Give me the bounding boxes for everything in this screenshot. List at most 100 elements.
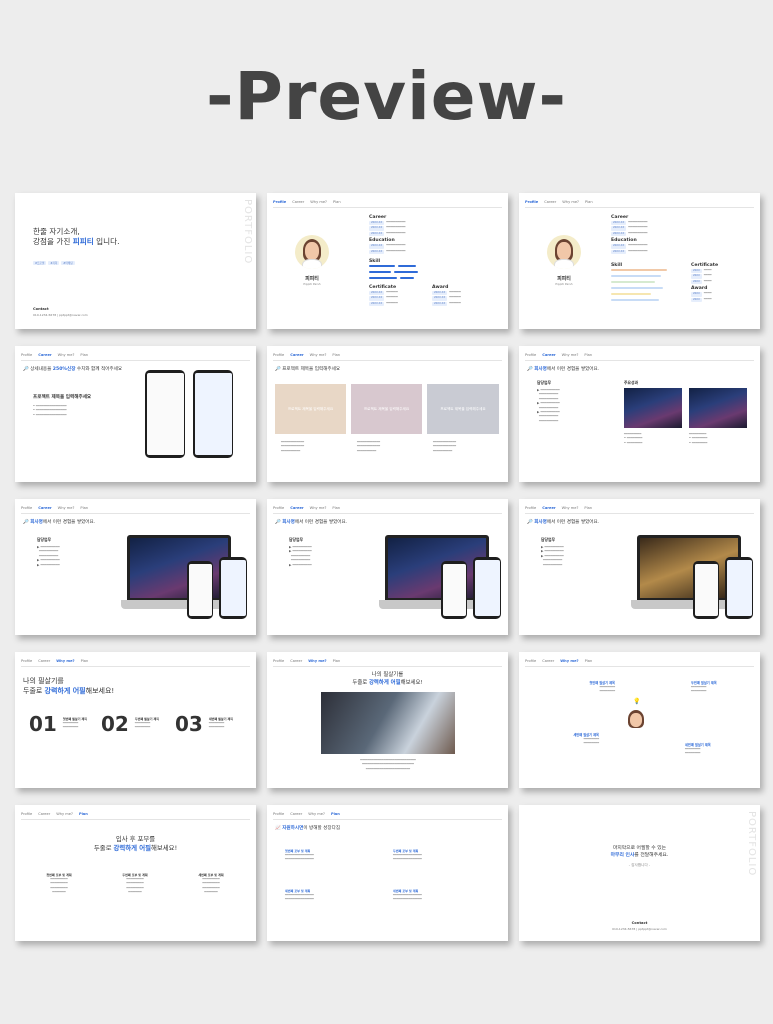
- avatar: [547, 235, 581, 269]
- photo-city-1: [624, 388, 682, 428]
- slide-nav: Profile Career Why me? Plan: [273, 200, 502, 208]
- slide-nav: Profile Career Why me? Plan: [525, 506, 754, 514]
- phone-mockup: [145, 370, 185, 458]
- plan-col-3: 세번째 포부 및 계획 ━━━━━━━━━ ━━━━━━━━━ ━━━━━━━━━ ━━…: [198, 873, 224, 895]
- career-heading: 🔎 상세내용을 250%신장 수치와 함께 적어주세요: [23, 367, 123, 372]
- strength-1: 첫번째 필살기 제목 ━━━━━━━━ ━━━━━━━━: [589, 681, 615, 694]
- skill-block: Skill: [369, 259, 449, 282]
- plan-item-2: 두번째 포부 및 계획 ━━━━━━━━━━━━━━━ ━━━━━━━━━━━━━━…: [393, 849, 422, 862]
- phone-mockup: [473, 557, 501, 619]
- slide-profile-1[interactable]: Profile Career Why me? Plan 피피티 Pippiti Par…: [267, 193, 508, 329]
- award-block: Award 20XX.XX ━━━━━━ 20XX.XX ━━━━━━ 20XX.X…: [432, 285, 461, 307]
- strength-2: 두번째 필살기 제목 ━━━━━━━━ ━━━━━━━━: [691, 681, 717, 694]
- phone-mockup: [725, 557, 753, 619]
- whyme2-intro: 나의 필살기를 두줄로 강력하게 어필해보세요!: [352, 672, 423, 686]
- search-icon: 🔎: [275, 520, 281, 525]
- slide-career-6[interactable]: Profile Career Why me? Plan 🔎 회사명에서 이런 경험을 …: [519, 499, 760, 635]
- experience-heading: 🔎 회사명에서 이런 경험을 쌓았어요.: [23, 520, 96, 525]
- slide-nav: Profile Career Why me? Plan: [21, 353, 250, 361]
- slide-whyme-3[interactable]: Profile Career Why me? Plan 💡 첫번째 필살기 제목 ━━━…: [519, 652, 760, 788]
- duties-heading: 담당업무: [537, 380, 551, 385]
- duties-heading: 담당업무: [37, 537, 51, 542]
- phone-mockup: [441, 561, 467, 619]
- closing-contact-info: 010-1234-5678 | pptppt@naver.com: [612, 927, 667, 931]
- plan-intro: 입사 후 포부를 두줄로 강력하게 어필해보세요!: [93, 835, 178, 852]
- cover-contact-info: 010-1234-5678 | pptppt@naver.com: [33, 313, 88, 317]
- experience-heading: 🔎 회사명에서 이런 경험을 쌓았어요.: [527, 367, 600, 372]
- slide-nav: Profile Career Why me? Plan: [525, 200, 754, 208]
- closing-message: 마지막으로 어필할 수 있는 마무리 인사를 전달해주세요. - 감사합니다 -: [610, 846, 669, 867]
- slide-closing[interactable]: PORTFOLIO 마지막으로 어필할 수 있는 마무리 인사를 전달해주세요.…: [519, 805, 760, 941]
- lightbulb-icon: 💡: [633, 698, 641, 705]
- slide-nav: Profile Career Why me? Plan: [273, 353, 502, 361]
- slide-career-3[interactable]: Profile Career Why me? Plan 🔎 회사명에서 이런 경험을 …: [519, 346, 760, 482]
- phone-mockup: [693, 561, 719, 619]
- slide-career-1[interactable]: Profile Career Why me? Plan 🔎 상세내용을 250%신장 …: [15, 346, 256, 482]
- phone-mockup: [219, 557, 247, 619]
- slide-nav: Profile Career Why me? Plan: [21, 506, 250, 514]
- results-heading: 주요성과: [624, 380, 638, 385]
- slide-nav: Profile Career Why me? Plan: [273, 812, 502, 820]
- cover-tags: #프로필 #기획 #마케팅: [33, 261, 75, 265]
- certificate-block: Certificate 20XX.XX ━━━━━━ 20XX.XX ━━━━━━ …: [369, 285, 398, 307]
- slide-plan-2[interactable]: Profile Career Why me? Plan 📈 자원하시면이 방해할 성장…: [267, 805, 508, 941]
- avatar: [623, 708, 649, 734]
- slide-nav: Profile Career Why me? Plan: [273, 659, 502, 667]
- experience-heading: 🔎 회사명에서 이런 경험을 쌓았어요.: [527, 520, 600, 525]
- search-icon: 🔎: [527, 367, 533, 372]
- cover-line2: 강점을 가진 피피티 입니다.: [33, 237, 120, 246]
- slide-nav: Profile Career Why me? Plan: [525, 659, 754, 667]
- profile-name-en: Pippiti Parsh: [303, 282, 321, 286]
- career-block: Career 20XX.XX ━━━━━━━━━━ 20XX.XX ━━━━━━━━…: [369, 215, 406, 255]
- project-card-1[interactable]: 프로젝트 제목을 입력해주세요: [275, 384, 346, 434]
- duties-heading: 담당업무: [541, 537, 555, 542]
- slide-nav: Profile Career Why me? Plan: [273, 506, 502, 514]
- cover-highlight: 피피티: [72, 237, 94, 246]
- skill-bars: Skill: [611, 263, 681, 304]
- cover-side-text: PORTFOLIO: [242, 199, 253, 265]
- plan-item-3: 세번째 포부 및 계획 ━━━━━━━━━━━━━━━ ━━━━━━━━━━━━━━…: [285, 889, 314, 902]
- career-block: Career 20XX.XX ━━━━━━━━━━ 20XX.XX ━━━━━━━━…: [611, 215, 648, 255]
- search-icon: 🔎: [527, 520, 533, 525]
- slide-profile-2[interactable]: Profile Career Why me? Plan 피피티 Pippiti Par…: [519, 193, 760, 329]
- projects-heading: 🔎 프로젝트 제목을 입력해주세요: [275, 367, 341, 372]
- search-icon: 🔎: [23, 367, 29, 372]
- cover-contact-label: Contact: [33, 307, 49, 311]
- profile-name: 피피티: [557, 276, 571, 282]
- strength-3: 세번째 필살기 제목 ━━━━━━━━ ━━━━━━━━: [573, 733, 599, 746]
- preview-title: -Preview-: [206, 58, 567, 135]
- slide-career-4[interactable]: Profile Career Why me? Plan 🔎 회사명에서 이런 경험을 …: [15, 499, 256, 635]
- strength-1: 01 첫번째 필살기 제목 ━━━━━━━━ ━━━━━━━━: [29, 712, 88, 736]
- plan-col-1: 첫번째 포부 및 계획 ━━━━━━━━━ ━━━━━━━━━ ━━━━━━━━━ ━━…: [46, 873, 72, 895]
- project-card-3[interactable]: 프로젝트 제목을 입력해주세요: [427, 384, 499, 434]
- strength-3: 03 세번째 필살기 제목 ━━━━━━━━ ━━━━━━━━: [175, 712, 234, 736]
- slide-whyme-1[interactable]: Profile Career Why me? Plan 나의 필살기를 두줄로 강력하…: [15, 652, 256, 788]
- plan-item-1: 첫번째 포부 및 계획 ━━━━━━━━━━━━━━━ ━━━━━━━━━━━━━━…: [285, 849, 314, 862]
- phone-mockup: [187, 561, 213, 619]
- profile-name-en: Pippiti Parsh: [555, 282, 573, 286]
- slide-career-5[interactable]: Profile Career Why me? Plan 🔎 회사명에서 이런 경험을 …: [267, 499, 508, 635]
- chart-icon: 📈: [275, 826, 281, 831]
- slide-career-2[interactable]: Profile Career Why me? Plan 🔎 프로젝트 제목을 입력해주…: [267, 346, 508, 482]
- search-icon: 🔎: [23, 520, 29, 525]
- strength-2: 02 두번째 필살기 제목 ━━━━━━━━ ━━━━━━━━: [101, 712, 160, 736]
- closing-contact-label: Contact: [631, 921, 648, 925]
- avatar: [295, 235, 329, 269]
- slide-nav: Profile Career Why me? Plan: [21, 659, 250, 667]
- plan-col-2: 두번째 포부 및 계획 ━━━━━━━━━ ━━━━━━━━━ ━━━━━━━━━ ━━…: [122, 873, 148, 895]
- slide-nav: Profile Career Why me? Plan: [525, 353, 754, 361]
- phone-mockup: [193, 370, 233, 458]
- slide-whyme-2[interactable]: Profile Career Why me? Plan 나의 필살기를 두줄로 강력하…: [267, 652, 508, 788]
- strength-4: 네번째 필살기 제목 ━━━━━━━━ ━━━━━━━━: [685, 743, 711, 756]
- project-block: 프로젝트 제목을 입력해주세요 • ━━━━━━━━━━━━━━━━ • ━━━…: [33, 395, 92, 417]
- project-card-2[interactable]: 프로젝트 제목을 입력해주세요: [351, 384, 422, 434]
- search-icon: 🔎: [275, 367, 281, 372]
- plan-item-4: 네번째 포부 및 계획 ━━━━━━━━━━━━━━━ ━━━━━━━━━━━━━━…: [393, 889, 422, 902]
- slide-plan-1[interactable]: Profile Career Why me? Plan 입사 후 포부를 두줄로 강력…: [15, 805, 256, 941]
- slide-nav: Profile Career Why me? Plan: [21, 812, 250, 820]
- slide-grid: 한줄 자기소개, 강점을 가진 피피티 입니다. #프로필 #기획 #마케팅 POR…: [15, 193, 760, 941]
- experience-heading: 🔎 회사명에서 이런 경험을 쌓았어요.: [275, 520, 348, 525]
- certificate-block: Certificate 20XX ━━━━ 20XX ━━━━ 20XX ━━━━ A…: [691, 263, 719, 303]
- cover-intro: 한줄 자기소개, 강점을 가진 피피티 입니다.: [33, 227, 120, 247]
- slide-cover[interactable]: 한줄 자기소개, 강점을 가진 피피티 입니다. #프로필 #기획 #마케팅 POR…: [15, 193, 256, 329]
